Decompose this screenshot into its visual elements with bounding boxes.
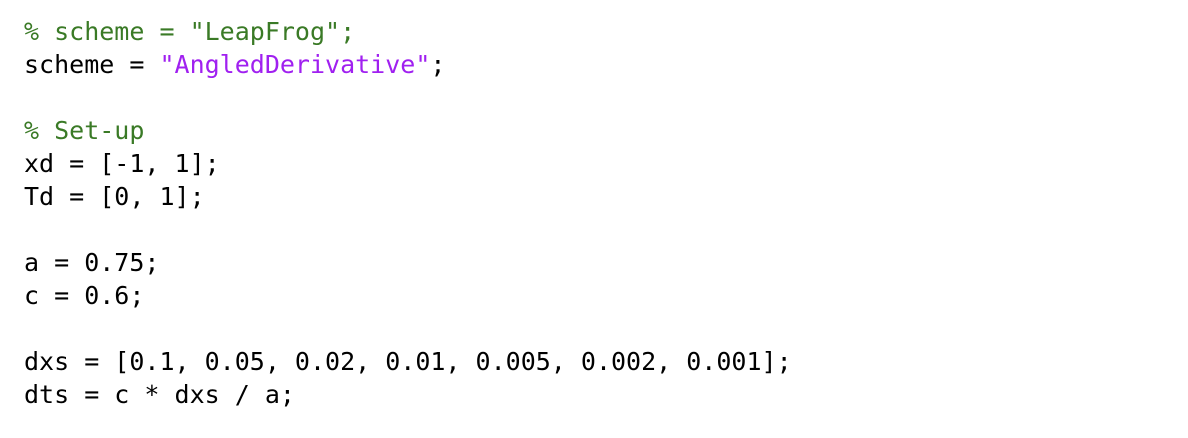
code-comment: % scheme = "LeapFrog"; — [24, 17, 356, 46]
code-text: dts = c * dxs / a; — [24, 380, 295, 409]
code-line: dts = c * dxs / a; — [24, 378, 1188, 411]
code-line: % scheme = "LeapFrog"; — [24, 15, 1188, 48]
code-text: dxs = [0.1, 0.05, 0.02, 0.01, 0.005, 0.0… — [24, 347, 792, 376]
code-text: a = 0.75; — [24, 248, 160, 277]
code-text: scheme = — [24, 50, 160, 79]
code-editor[interactable]: % scheme = "LeapFrog"; scheme = "AngledDe… — [0, 0, 1188, 438]
code-text: c = 0.6; — [24, 281, 145, 310]
code-line: c = 0.6; — [24, 279, 1188, 312]
code-text: xd = [-1, 1]; — [24, 149, 220, 178]
code-text: ; — [430, 50, 446, 79]
code-line: Td = [0, 1]; — [24, 180, 1188, 213]
code-line: xd = [-1, 1]; — [24, 147, 1188, 180]
code-text: Td = [0, 1]; — [24, 182, 205, 211]
code-line: scheme = "AngledDerivative"; — [24, 48, 1188, 81]
code-comment: % Set-up — [24, 116, 145, 145]
code-line: % Set-up — [24, 114, 1188, 147]
code-line: dxs = [0.1, 0.05, 0.02, 0.01, 0.005, 0.0… — [24, 345, 1188, 378]
code-line: a = 0.75; — [24, 246, 1188, 279]
code-string: "AngledDerivative" — [159, 50, 431, 79]
